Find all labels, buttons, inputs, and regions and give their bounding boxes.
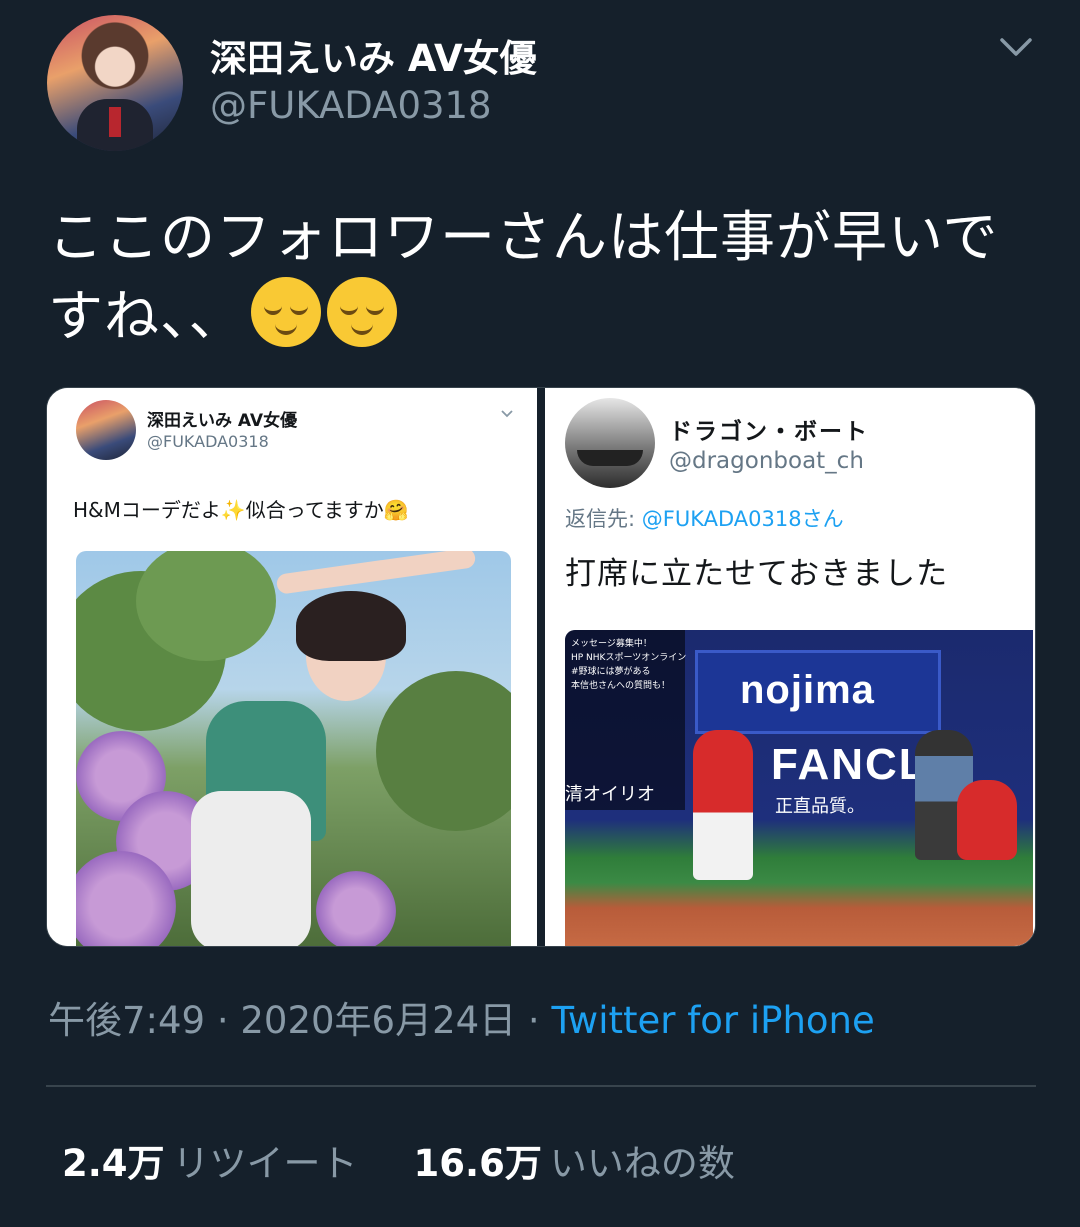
overlay-line: #野球には夢がある: [571, 667, 651, 677]
fancl-text: FANCL: [771, 740, 928, 789]
retweets-stat[interactable]: 2.4万 リツイート: [62, 1142, 358, 1185]
quoted-avatar: [565, 398, 655, 488]
catcher-figure: [957, 780, 1017, 860]
retweets-label: リツイート: [172, 1142, 358, 1185]
divider: [46, 1085, 1036, 1087]
reply-mention: @FUKADA0318さん: [641, 507, 844, 531]
source-link[interactable]: Twitter for iPhone: [551, 999, 874, 1042]
photo: メッセージ募集中！ HP NHKスポーツオンライン #野球には夢がある 本信也さ…: [565, 630, 1033, 946]
tweet-timestamp: 午後7:49 · 2020年6月24日 · Twitter for iPhone: [48, 990, 875, 1044]
chevron-down-icon: [501, 410, 513, 418]
media-image-left[interactable]: 深田えいみ AV女優 @FUKADA0318 H&Mコーデだよ✨似合ってますか🤗: [47, 388, 537, 946]
tweet-text: ここのフォロワーさんは仕事が早いですね、、: [48, 198, 1048, 356]
quoted-tweet-text: 打席に立たせておきました: [565, 556, 949, 592]
ad-text: nojima: [740, 668, 875, 712]
media-divider: [537, 388, 545, 946]
quoted-avatar: [76, 400, 136, 460]
user-handle[interactable]: @FUKADA0318: [210, 84, 492, 127]
photo: [76, 551, 511, 946]
media-image-right[interactable]: ドラゴン・ボート @dragonboat_ch 返信先: @FUKADA0318…: [545, 388, 1035, 946]
pitcher-figure: [693, 730, 753, 880]
likes-count: 16.6万: [413, 1142, 542, 1185]
overlay-line: HP NHKスポーツオンライン: [571, 653, 687, 663]
side-ad-text: 清オイリオ: [565, 784, 655, 805]
quoted-tweet-text: H&Mコーデだよ✨似合ってますか🤗: [73, 498, 409, 522]
display-name[interactable]: 深田えいみ AV女優: [210, 28, 537, 82]
quoted-display-name: ドラゴン・ボート: [669, 419, 869, 445]
relieved-face-emoji-icon: [250, 277, 321, 347]
fancl-subtext: 正直品質。: [775, 796, 865, 817]
tweet-stats: 2.4万 リツイート 16.6万 いいねの数: [62, 1133, 735, 1187]
overlay-line: 本信也さんへの質問も！: [571, 681, 671, 691]
tweet-media[interactable]: 深田えいみ AV女優 @FUKADA0318 H&Mコーデだよ✨似合ってますか🤗…: [46, 387, 1036, 947]
retweets-count: 2.4万: [62, 1142, 165, 1185]
quoted-handle: @dragonboat_ch: [669, 448, 864, 474]
reply-prefix: 返信先:: [565, 507, 642, 531]
chevron-down-icon[interactable]: [996, 30, 1036, 64]
avatar[interactable]: [47, 15, 183, 151]
relieved-face-emoji-icon: [326, 277, 397, 347]
reply-to: 返信先: @FUKADA0318さん: [565, 503, 844, 533]
likes-label: いいねの数: [549, 1142, 735, 1185]
quoted-display-name: 深田えいみ AV女優: [147, 411, 298, 431]
quoted-handle: @FUKADA0318: [147, 432, 269, 451]
tweet-text-body: ここのフォロワーさんは仕事が早いですね、、: [48, 205, 999, 348]
timestamp-text[interactable]: 午後7:49 · 2020年6月24日 ·: [48, 999, 551, 1042]
likes-stat[interactable]: 16.6万 いいねの数: [414, 1142, 735, 1185]
overlay-line: メッセージ募集中！: [571, 639, 652, 649]
